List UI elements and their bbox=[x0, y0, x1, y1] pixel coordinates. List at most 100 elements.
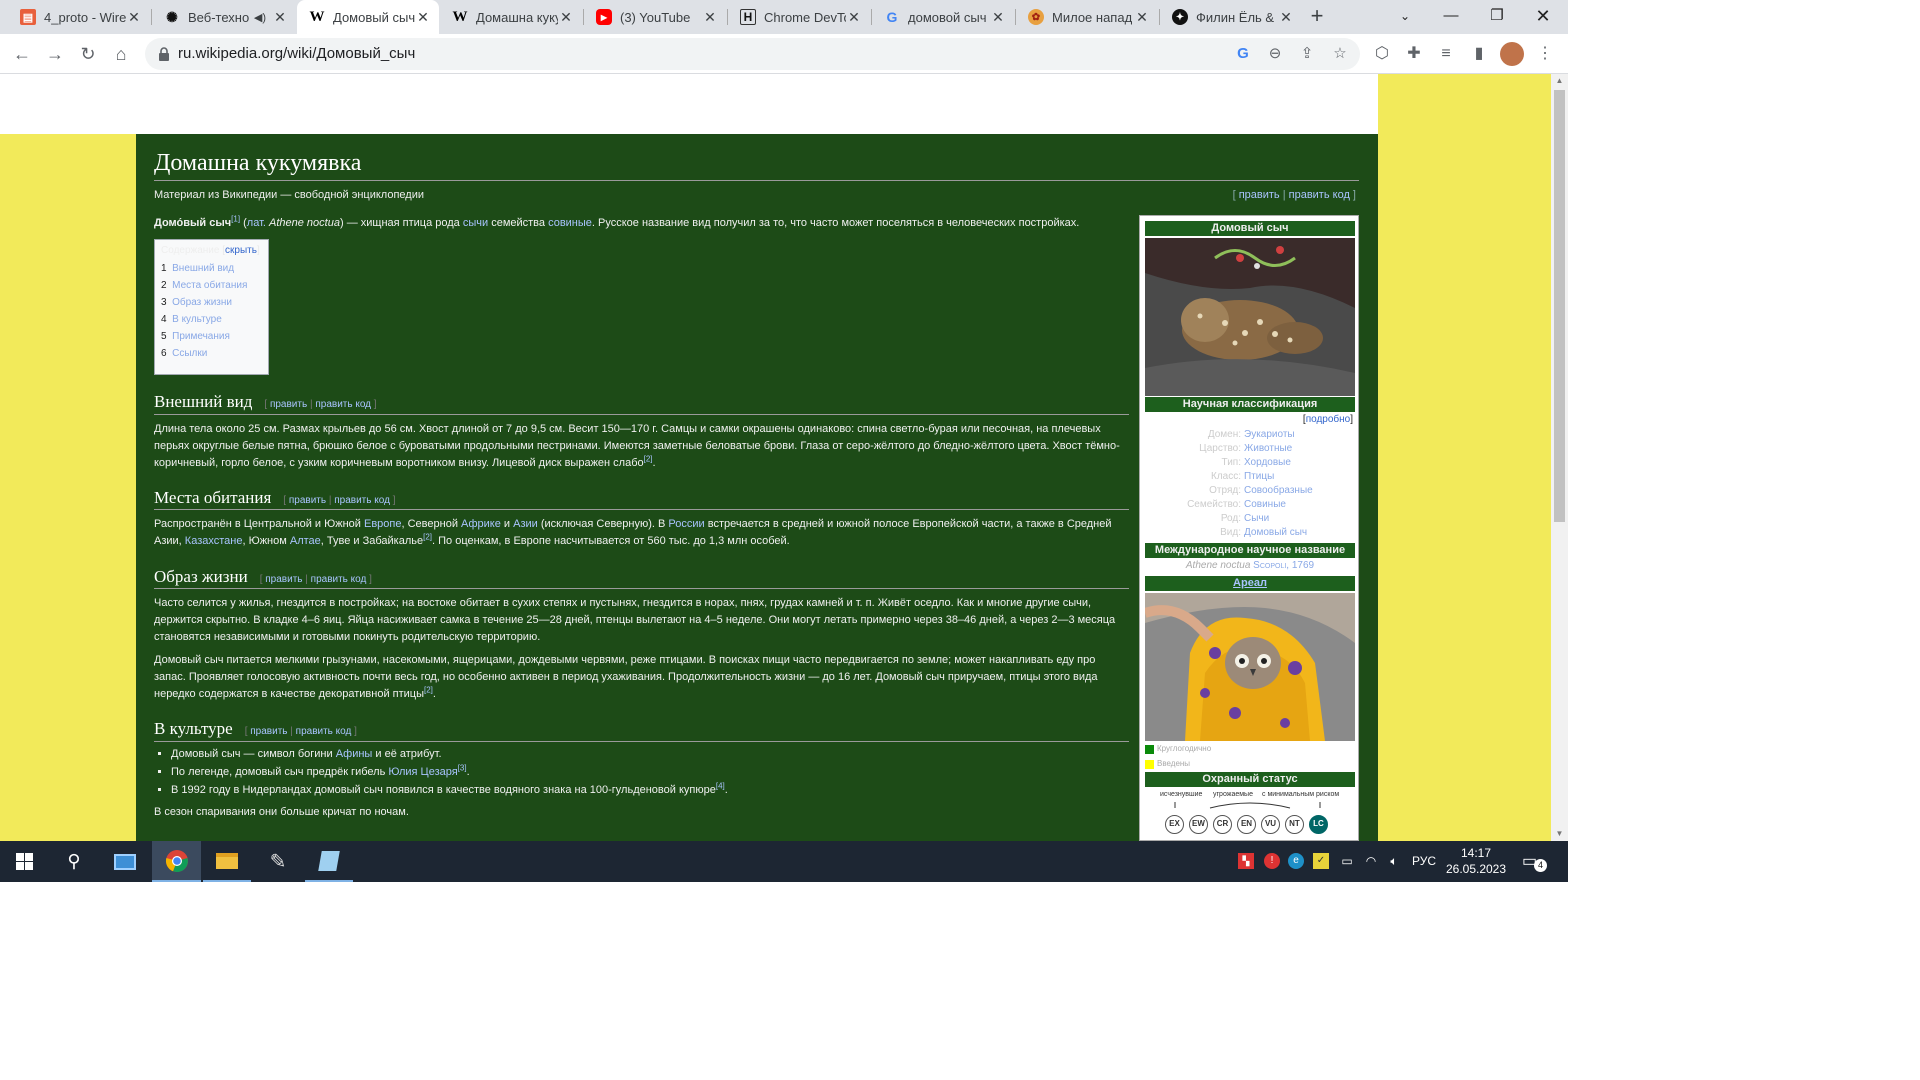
tray-browser-icon[interactable]: e bbox=[1288, 853, 1304, 869]
speaker-icon[interactable]: ◀) bbox=[254, 11, 266, 24]
toc-item[interactable]: 3 Образ жизни bbox=[161, 294, 262, 311]
menu-dots-icon[interactable]: ⋮ bbox=[1533, 42, 1557, 66]
toc-link[interactable]: Ссылки bbox=[172, 348, 207, 359]
media-queue-icon[interactable]: ≡ bbox=[1434, 42, 1458, 66]
wifi-icon[interactable]: ◠ bbox=[1362, 853, 1380, 869]
edit-code-link[interactable]: править код bbox=[315, 399, 371, 410]
tab-youtube[interactable]: ▶ (3) YouTube ✕ bbox=[584, 0, 726, 34]
toc-link[interactable]: Внешний вид bbox=[172, 263, 234, 274]
edit-code-link[interactable]: править код bbox=[311, 574, 367, 585]
zoom-icon[interactable]: ⊖ bbox=[1265, 44, 1285, 64]
close-icon[interactable]: ✕ bbox=[846, 9, 862, 26]
author-link[interactable]: Scopoli bbox=[1253, 560, 1286, 571]
search-icon[interactable]: ⚲ bbox=[50, 841, 98, 882]
edit-code-link[interactable]: править код bbox=[296, 726, 352, 737]
clock[interactable]: 14:17 26.05.2023 bbox=[1440, 845, 1512, 877]
latin-link[interactable]: лат. bbox=[247, 217, 266, 229]
taxon-link[interactable]: Хордовые bbox=[1244, 456, 1291, 470]
tab-google-search[interactable]: G домовой сыч ✕ bbox=[872, 0, 1014, 34]
battery-icon[interactable]: ▭ bbox=[1338, 853, 1356, 869]
close-window-button[interactable]: ✕ bbox=[1520, 0, 1566, 34]
toc-hide-toggle[interactable]: скрыть bbox=[225, 245, 257, 256]
google-translate-icon[interactable]: G bbox=[1233, 44, 1253, 64]
new-tab-button[interactable]: + bbox=[1305, 4, 1329, 28]
extension-shield-icon[interactable]: ⬡ bbox=[1370, 42, 1394, 66]
url-text[interactable]: ru.wikipedia.org/wiki/Домовый_сыч bbox=[178, 45, 415, 62]
toc-item[interactable]: 1 Внешний вид bbox=[161, 260, 262, 277]
taxon-link[interactable]: Эукариоты bbox=[1244, 428, 1295, 442]
iucn-ex[interactable]: EX bbox=[1165, 815, 1184, 834]
paint-taskbar-app[interactable]: ✎ bbox=[254, 841, 302, 882]
close-icon[interactable]: ✕ bbox=[1278, 9, 1294, 26]
tab-figma[interactable]: ▤ 4_proto - Wire ✕ bbox=[8, 0, 150, 34]
iucn-cr[interactable]: CR bbox=[1213, 815, 1232, 834]
reference-link[interactable]: [3] bbox=[458, 763, 467, 772]
taxon-link[interactable]: Домовый сыч bbox=[1244, 526, 1307, 540]
toc-item[interactable]: 4 В культуре bbox=[161, 311, 262, 328]
explorer-taskbar-app[interactable] bbox=[203, 841, 251, 882]
address-bar[interactable]: ru.wikipedia.org/wiki/Домовый_сыч G ⊖ ⇪ … bbox=[145, 38, 1360, 70]
edit-code-link[interactable]: править код bbox=[334, 495, 390, 506]
caesar-link[interactable]: Юлия Цезаря bbox=[388, 766, 457, 778]
tab-search-icon[interactable]: ⌄ bbox=[1382, 0, 1428, 34]
family-link[interactable]: совиные bbox=[548, 217, 592, 229]
toc-link[interactable]: Примечания bbox=[172, 331, 230, 342]
tab-devtools[interactable]: H Chrome DevTo ✕ bbox=[728, 0, 870, 34]
tab-dzen[interactable]: ✦ Филин Ёль & ✕ bbox=[1160, 0, 1302, 34]
iucn-ew[interactable]: EW bbox=[1189, 815, 1208, 834]
notepad-taskbar-app[interactable] bbox=[305, 841, 353, 882]
close-icon[interactable]: ✕ bbox=[1134, 9, 1150, 26]
iucn-nt[interactable]: NT bbox=[1285, 815, 1304, 834]
side-panel-icon[interactable]: ▮ bbox=[1467, 42, 1491, 66]
tray-alert-icon[interactable]: ! bbox=[1264, 853, 1280, 869]
asia-link[interactable]: Азии bbox=[513, 518, 538, 530]
taxon-link[interactable]: Сычи bbox=[1244, 512, 1269, 526]
restore-button[interactable]: ❐ bbox=[1474, 0, 1520, 34]
reference-link[interactable]: [2] bbox=[424, 685, 433, 694]
edit-code-link[interactable]: править код bbox=[1289, 189, 1350, 201]
reference-link[interactable]: [2] bbox=[644, 454, 653, 463]
bookmark-star-icon[interactable]: ☆ bbox=[1330, 44, 1350, 64]
tray-notes-icon[interactable]: ✓ bbox=[1313, 853, 1329, 869]
detail-link[interactable]: подробно bbox=[1306, 414, 1351, 425]
notification-center-icon[interactable]: ▭ 4 bbox=[1522, 851, 1547, 873]
taxon-link[interactable]: Совиные bbox=[1244, 498, 1286, 512]
windows-start-icon[interactable] bbox=[16, 853, 33, 870]
close-icon[interactable]: ✕ bbox=[272, 9, 288, 26]
taxon-link[interactable]: Животные bbox=[1244, 442, 1292, 456]
toc-link[interactable]: В культуре bbox=[172, 314, 222, 325]
close-icon[interactable]: ✕ bbox=[990, 9, 1006, 26]
taxon-link[interactable]: Совообразные bbox=[1244, 484, 1313, 498]
tab-webtech[interactable]: ✺ Веб-техно ◀) ✕ bbox=[152, 0, 296, 34]
toc-item[interactable]: 6 Ссылки bbox=[161, 345, 262, 362]
reload-button[interactable]: ↻ bbox=[72, 38, 104, 70]
edit-link[interactable]: править bbox=[265, 574, 302, 585]
range-link[interactable]: Ареал bbox=[1233, 577, 1267, 589]
scroll-thumb[interactable] bbox=[1554, 90, 1565, 522]
tab-pikabu[interactable]: ✿ Милое напад ✕ bbox=[1016, 0, 1158, 34]
range-map-image[interactable] bbox=[1145, 593, 1355, 741]
toc-item[interactable]: 5 Примечания bbox=[161, 328, 262, 345]
edit-link[interactable]: править bbox=[270, 399, 307, 410]
taxon-link[interactable]: Птицы bbox=[1244, 470, 1274, 484]
scroll-up-icon[interactable]: ▲ bbox=[1551, 74, 1568, 88]
back-button[interactable]: ← bbox=[6, 38, 38, 70]
toc-link[interactable]: Места обитания bbox=[172, 280, 247, 291]
language-indicator[interactable]: РУС bbox=[1412, 854, 1436, 868]
russia-link[interactable]: России bbox=[668, 518, 704, 530]
reference-link[interactable]: [4] bbox=[716, 781, 725, 790]
minimize-button[interactable]: — bbox=[1428, 0, 1474, 34]
edit-link[interactable]: править bbox=[250, 726, 287, 737]
forward-button[interactable]: → bbox=[39, 38, 71, 70]
edit-link[interactable]: править bbox=[1239, 189, 1280, 201]
genus-link[interactable]: сычи bbox=[463, 217, 488, 229]
tab-domashna[interactable]: W Домашна кукум ✕ bbox=[440, 0, 582, 34]
task-view-app[interactable] bbox=[101, 841, 149, 882]
reference-link[interactable]: [2] bbox=[423, 532, 432, 541]
share-icon[interactable]: ⇪ bbox=[1297, 44, 1317, 64]
close-icon[interactable]: ✕ bbox=[702, 9, 718, 26]
page-scrollbar[interactable]: ▲ ▼ bbox=[1551, 74, 1568, 841]
athena-link[interactable]: Афины bbox=[336, 748, 373, 760]
close-icon[interactable]: ✕ bbox=[558, 9, 574, 26]
extensions-puzzle-icon[interactable]: ✚ bbox=[1402, 42, 1426, 66]
